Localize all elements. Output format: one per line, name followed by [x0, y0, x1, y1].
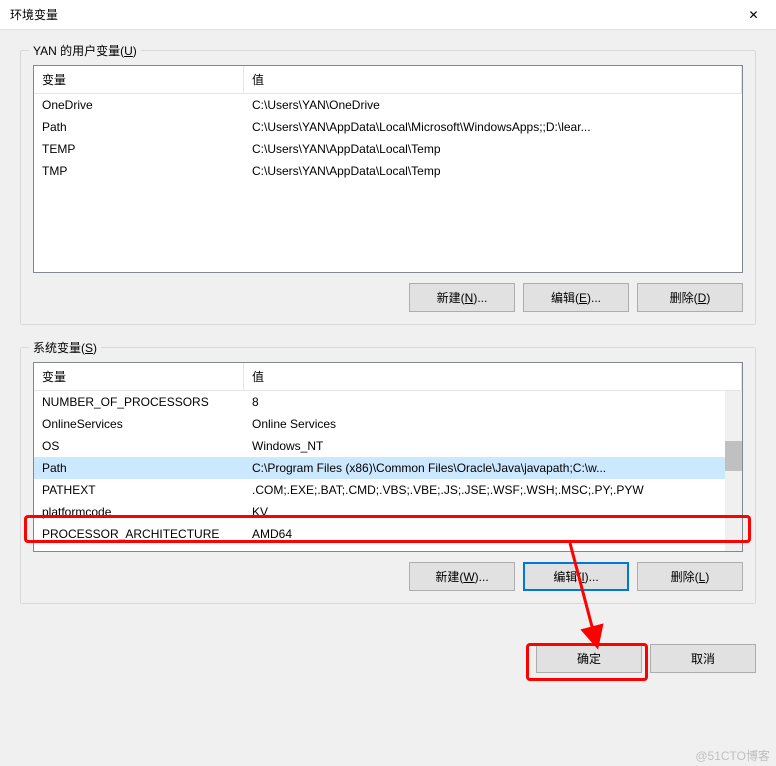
var-value: 8	[244, 393, 725, 411]
list-item[interactable]: Path C:\Users\YAN\AppData\Local\Microsof…	[34, 116, 742, 138]
content-area: YAN 的用户变量(U) 变量 值 OneDrive C:\Users\YAN\…	[0, 30, 776, 636]
scrollbar-vertical[interactable]	[725, 391, 742, 551]
var-name: OS	[34, 437, 244, 455]
ok-button[interactable]: 确定	[536, 644, 642, 673]
var-name: PROCESSOR_ARCHITECTURE	[34, 525, 244, 543]
var-name: PATHEXT	[34, 481, 244, 499]
system-vars-body: NUMBER_OF_PROCESSORS 8 OnlineServices On…	[34, 391, 725, 552]
close-icon: ✕	[748, 8, 758, 22]
watermark: @51CTO博客	[695, 747, 770, 764]
var-name: TMP	[34, 162, 244, 180]
column-header-value[interactable]: 值	[244, 363, 742, 390]
close-button[interactable]: ✕	[731, 0, 776, 30]
list-item[interactable]: PROCESSOR_IDENTIFIER Intel64 Family 6 Mo…	[34, 545, 725, 552]
user-vars-header: 变量 值	[34, 66, 742, 94]
user-delete-button[interactable]: 删除(D)	[637, 283, 743, 312]
var-value: Online Services	[244, 415, 725, 433]
system-vars-buttons: 新建(W)... 编辑(I)... 删除(L)	[33, 562, 743, 591]
var-name: NUMBER_OF_PROCESSORS	[34, 393, 244, 411]
var-value: .COM;.EXE;.BAT;.CMD;.VBS;.VBE;.JS;.JSE;.…	[244, 481, 725, 499]
column-header-value[interactable]: 值	[244, 66, 742, 93]
var-name: TEMP	[34, 140, 244, 158]
var-value: C:\Users\YAN\AppData\Local\Microsoft\Win…	[244, 118, 742, 136]
column-header-variable[interactable]: 变量	[34, 66, 244, 93]
var-name: OneDrive	[34, 96, 244, 114]
system-vars-listview[interactable]: 变量 值 NUMBER_OF_PROCESSORS 8 OnlineServic…	[33, 362, 743, 552]
list-item[interactable]: NUMBER_OF_PROCESSORS 8	[34, 391, 725, 413]
var-value: C:\Users\YAN\AppData\Local\Temp	[244, 140, 742, 158]
user-vars-groupbox: YAN 的用户变量(U) 变量 值 OneDrive C:\Users\YAN\…	[20, 50, 756, 325]
user-edit-button[interactable]: 编辑(E)...	[523, 283, 629, 312]
user-vars-listview[interactable]: 变量 值 OneDrive C:\Users\YAN\OneDrive Path…	[33, 65, 743, 273]
var-name: OnlineServices	[34, 415, 244, 433]
var-name: platformcode	[34, 503, 244, 521]
user-vars-buttons: 新建(N)... 编辑(E)... 删除(D)	[33, 283, 743, 312]
titlebar: 环境变量 ✕	[0, 0, 776, 30]
user-vars-legend: YAN 的用户变量(U)	[29, 42, 141, 59]
var-value: C:\Users\YAN\AppData\Local\Temp	[244, 162, 742, 180]
list-item[interactable]: OneDrive C:\Users\YAN\OneDrive	[34, 94, 742, 116]
list-item[interactable]: TEMP C:\Users\YAN\AppData\Local\Temp	[34, 138, 742, 160]
user-new-button[interactable]: 新建(N)...	[409, 283, 515, 312]
var-value: Intel64 Family 6 Model 158 Stepping 10, …	[244, 547, 725, 552]
system-delete-button[interactable]: 删除(L)	[637, 562, 743, 591]
cancel-button[interactable]: 取消	[650, 644, 756, 673]
var-name: PROCESSOR_IDENTIFIER	[34, 547, 244, 552]
system-new-button[interactable]: 新建(W)...	[409, 562, 515, 591]
system-vars-header: 变量 值	[34, 363, 742, 391]
list-item[interactable]: OnlineServices Online Services	[34, 413, 725, 435]
var-value: KV	[244, 503, 725, 521]
var-value: Windows_NT	[244, 437, 725, 455]
user-vars-body: OneDrive C:\Users\YAN\OneDrive Path C:\U…	[34, 94, 742, 182]
var-name: Path	[34, 459, 244, 477]
list-item[interactable]: TMP C:\Users\YAN\AppData\Local\Temp	[34, 160, 742, 182]
list-item-path-selected[interactable]: Path C:\Program Files (x86)\Common Files…	[34, 457, 725, 479]
column-header-variable[interactable]: 变量	[34, 363, 244, 390]
scrollbar-thumb[interactable]	[725, 441, 742, 471]
dialog-title: 环境变量	[10, 6, 58, 23]
var-value: C:\Program Files (x86)\Common Files\Orac…	[244, 459, 725, 477]
system-vars-groupbox: 系统变量(S) 变量 值 NUMBER_OF_PROCESSORS 8 Onli…	[20, 347, 756, 604]
system-edit-button[interactable]: 编辑(I)...	[523, 562, 629, 591]
system-vars-legend: 系统变量(S)	[29, 339, 101, 356]
dialog-buttons: 确定 取消	[0, 644, 776, 685]
var-value: C:\Users\YAN\OneDrive	[244, 96, 742, 114]
list-item[interactable]: PROCESSOR_ARCHITECTURE AMD64	[34, 523, 725, 545]
list-item[interactable]: platformcode KV	[34, 501, 725, 523]
list-item[interactable]: OS Windows_NT	[34, 435, 725, 457]
var-value: AMD64	[244, 525, 725, 543]
var-name: Path	[34, 118, 244, 136]
list-item[interactable]: PATHEXT .COM;.EXE;.BAT;.CMD;.VBS;.VBE;.J…	[34, 479, 725, 501]
